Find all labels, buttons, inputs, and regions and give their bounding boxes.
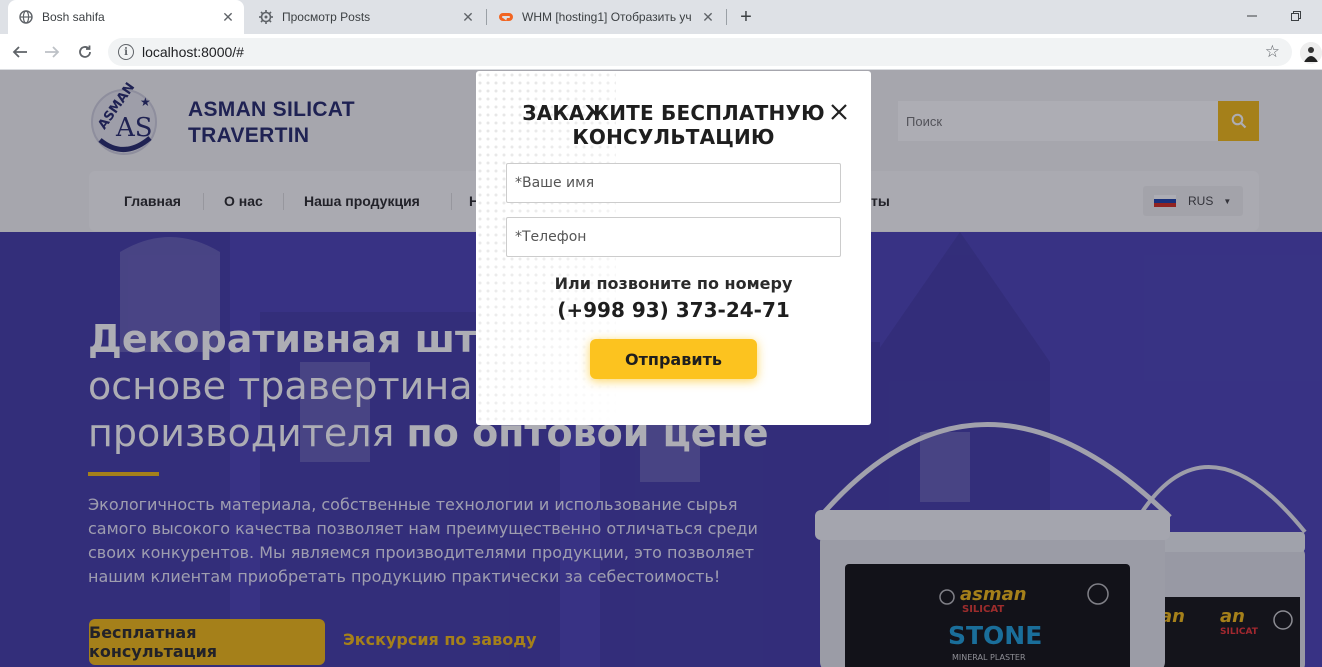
close-icon[interactable]: ✕ xyxy=(700,9,716,25)
tab-label: Просмотр Posts xyxy=(282,10,371,24)
omnibox[interactable]: i localhost:8000/# ☆ xyxy=(108,38,1292,66)
tab-bosh-sahifa[interactable]: Bosh sahifa ✕ xyxy=(8,0,244,34)
address-bar-row: i localhost:8000/# ☆ xyxy=(0,34,1322,70)
tab-divider xyxy=(726,9,727,25)
close-icon[interactable] xyxy=(829,102,849,122)
tab-whm[interactable]: WHM [hosting1] Отобразить уч ✕ xyxy=(488,0,724,34)
back-icon[interactable] xyxy=(8,40,32,64)
gear-icon xyxy=(258,9,274,25)
url-text: localhost:8000/# xyxy=(142,44,244,60)
modal-title: ЗАКАЖИТЕ БЕСПЛАТНУЮ КОНСУЛЬТАЦИЮ xyxy=(522,101,825,149)
new-tab-button[interactable]: + xyxy=(734,5,758,29)
forward-icon[interactable] xyxy=(40,40,64,64)
close-icon[interactable]: ✕ xyxy=(220,9,236,25)
call-text: Или позвоните по номеру xyxy=(554,274,793,293)
tab-posts[interactable]: Просмотр Posts ✕ xyxy=(248,0,484,34)
phone-input[interactable] xyxy=(506,217,841,257)
name-input[interactable] xyxy=(506,163,841,203)
tab-divider xyxy=(486,9,487,25)
minimize-icon[interactable] xyxy=(1240,4,1264,28)
consultation-modal: ЗАКАЖИТЕ БЕСПЛАТНУЮ КОНСУЛЬТАЦИЮ Или поз… xyxy=(476,71,871,425)
submit-button[interactable]: Отправить xyxy=(590,339,757,379)
restore-icon[interactable] xyxy=(1284,4,1308,28)
close-icon[interactable]: ✕ xyxy=(460,9,476,25)
info-icon[interactable]: i xyxy=(118,44,134,60)
browser-tab-strip: Bosh sahifa ✕ Просмотр Posts ✕ WHM [host… xyxy=(0,0,1322,34)
reload-icon[interactable] xyxy=(73,40,97,64)
tab-label: WHM [hosting1] Отобразить уч xyxy=(522,10,692,24)
cpanel-icon xyxy=(498,9,514,25)
tab-label: Bosh sahifa xyxy=(42,10,105,24)
bookmark-star-icon[interactable]: ☆ xyxy=(1265,42,1280,62)
profile-avatar[interactable] xyxy=(1300,42,1322,64)
web-page: ASMAN AS ★ ASMAN SILICAT TRAVERTIN Главн… xyxy=(0,70,1322,667)
globe-icon xyxy=(18,9,34,25)
phone-number[interactable]: (+998 93) 373-24-71 xyxy=(476,298,871,322)
